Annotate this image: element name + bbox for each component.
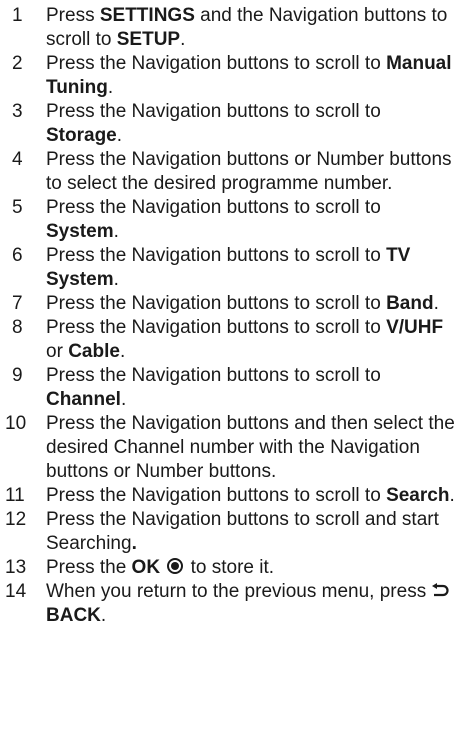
text-run: . (120, 389, 127, 410)
step-text: Press the Navigation buttons and then se… (46, 412, 462, 484)
text-run: Press the Navigation buttons to scroll t… (46, 293, 387, 314)
bold-term: BACK (46, 605, 101, 626)
step-item: 8 Press the Navigation buttons to scroll … (0, 316, 462, 364)
step-number: 12 (5, 509, 27, 530)
step-number: 11 (5, 485, 25, 506)
step-item: 13 Press the OK to store it. (0, 556, 462, 580)
text-run: . (449, 485, 455, 506)
text-run: Press the Navigation buttons to scroll t… (46, 101, 381, 122)
instruction-steps: 1 Press SETTINGS and the Navigation butto… (0, 0, 462, 628)
text-run: Press the Navigation buttons and then se… (46, 413, 455, 482)
step-number: 8 (12, 317, 23, 338)
text-run: Press the Navigation buttons to scroll a… (46, 509, 439, 554)
step-number: 6 (12, 245, 23, 266)
ok-button-icon (167, 558, 184, 574)
text-run: to store it. (185, 557, 275, 578)
bold-term: V/UHF (386, 317, 444, 338)
bold-term: Channel (46, 389, 121, 410)
step-item: 1 Press SETTINGS and the Navigation butto… (0, 4, 462, 52)
bold-term: Band (386, 293, 434, 314)
text-run: . (100, 605, 107, 626)
text-run: . (113, 269, 119, 290)
text-run: Press the Navigation buttons or Number b… (46, 149, 452, 194)
step-text: Press the Navigation buttons to scroll a… (46, 508, 462, 556)
step-item: 6 Press the Navigation buttons to scroll … (0, 244, 462, 292)
step-text: Press the Navigation buttons to scroll t… (46, 244, 462, 292)
bold-term: Search (386, 485, 450, 506)
step-text: Press the Navigation buttons to scroll t… (46, 316, 462, 364)
bold-term: SETUP (116, 29, 181, 50)
back-arrow-icon (432, 583, 450, 597)
step-text: Press the Navigation buttons to scroll t… (46, 100, 462, 148)
step-number: 9 (12, 365, 23, 386)
step-text: Press the Navigation buttons to scroll t… (46, 292, 462, 316)
text-run: . (433, 293, 439, 314)
text-run: Press the Navigation buttons to scroll t… (46, 317, 387, 338)
text-run (160, 557, 165, 578)
text-run: Press the Navigation buttons to scroll t… (46, 485, 387, 506)
step-text: Press the Navigation buttons or Number b… (46, 148, 462, 196)
step-number: 3 (12, 101, 23, 122)
step-item: 11 Press the Navigation buttons to scroll… (0, 484, 462, 508)
step-text: Press SETTINGS and the Navigation button… (46, 4, 462, 52)
step-item: 7 Press the Navigation buttons to scroll … (0, 292, 462, 316)
bold-term: System (46, 221, 114, 242)
text-run: . (116, 125, 123, 146)
bold-term: SETTINGS (99, 5, 195, 26)
step-number: 14 (5, 581, 27, 602)
text-run: Press the (46, 557, 132, 578)
step-item: 5 Press the Navigation buttons to scroll … (0, 196, 462, 244)
text-run: When you return to the previous menu, pr… (46, 581, 432, 602)
text-run: . (107, 77, 114, 98)
text-run: . (180, 29, 186, 50)
bold-term: . (131, 533, 137, 554)
bold-term: OK (131, 557, 161, 578)
step-number: 13 (5, 557, 27, 578)
step-number: 2 (12, 53, 23, 74)
step-text: Press the Navigation buttons to scroll t… (46, 484, 462, 508)
bold-term: Cable (68, 341, 120, 362)
step-text: Press the OK to store it. (46, 556, 462, 580)
step-number: 10 (5, 413, 27, 434)
step-number: 4 (12, 149, 23, 170)
text-run: or (46, 341, 69, 362)
text-run: Press the Navigation buttons to scroll t… (46, 53, 387, 74)
text-run: Press the Navigation buttons to scroll t… (46, 197, 381, 218)
bold-term: Storage (46, 125, 117, 146)
text-run: Press the Navigation buttons to scroll t… (46, 245, 387, 266)
text-run: . (113, 221, 119, 242)
step-text: Press the Navigation buttons to scroll t… (46, 364, 462, 412)
text-run: . (119, 341, 126, 362)
step-number: 5 (12, 197, 23, 218)
step-item: 9 Press the Navigation buttons to scroll … (0, 364, 462, 412)
text-run: Press the Navigation buttons to scroll t… (46, 365, 381, 386)
step-text: Press the Navigation buttons to scroll t… (46, 52, 462, 100)
step-item: 2 Press the Navigation buttons to scroll … (0, 52, 462, 100)
step-text: When you return to the previous menu, pr… (46, 580, 462, 628)
step-item: 10 Press the Navigation buttons and then … (0, 412, 462, 484)
step-text: Press the Navigation buttons to scroll t… (46, 196, 462, 244)
step-item: 12 Press the Navigation buttons to scroll… (0, 508, 462, 556)
step-item: 4 Press the Navigation buttons or Number … (0, 148, 462, 196)
text-run: Press (46, 5, 100, 26)
step-item: 3 Press the Navigation buttons to scroll … (0, 100, 462, 148)
step-item: 14 When you return to the previous menu, … (0, 580, 462, 628)
step-number: 1 (12, 5, 23, 26)
step-number: 7 (12, 293, 23, 314)
